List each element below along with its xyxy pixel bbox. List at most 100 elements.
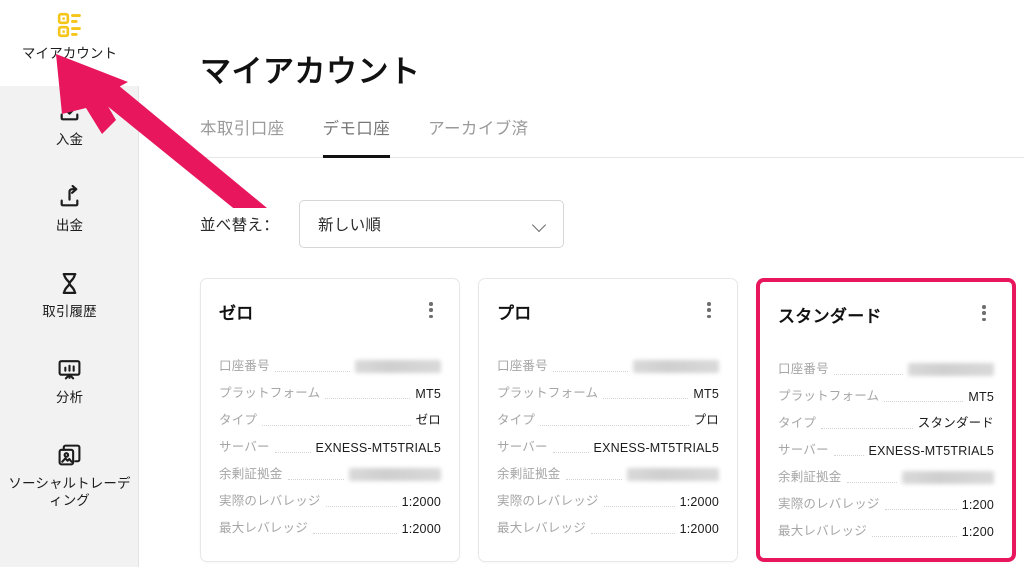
leader-dots: [552, 452, 589, 453]
detail-label-actual-leverage: 実際のレバレッジ: [778, 497, 880, 511]
sidebar-item-deposit[interactable]: 入金: [0, 86, 139, 172]
detail-row-account-number: 口座番号: [219, 350, 441, 377]
detail-label-platform: プラットフォーム: [219, 386, 321, 400]
chevron-down-icon: [533, 220, 547, 229]
app-root: マイアカウント 入金 出金取引履歴分析ソーシャルトレーディング マイアカウント 本取…: [0, 0, 1024, 567]
sidebar: マイアカウント 入金 出金取引履歴分析ソーシャルトレーディング: [0, 0, 139, 567]
detail-value-server: EXNESS-MT5TRIAL5: [315, 441, 441, 455]
detail-value-type: ゼロ: [415, 413, 441, 427]
leader-dots: [833, 374, 903, 375]
detail-label-actual-leverage: 実際のレバレッジ: [497, 494, 599, 508]
leader-dots: [274, 371, 350, 372]
detail-value-account-number-masked: [633, 360, 719, 373]
sort-label: 並べ替え：: [200, 217, 280, 234]
leader-dots: [540, 425, 689, 426]
detail-label-free-margin: 余剰証拠金: [497, 467, 561, 481]
detail-value-platform: MT5: [693, 387, 719, 401]
detail-row-free-margin: 余剰証拠金: [778, 461, 994, 488]
detail-value-account-number-masked: [908, 363, 994, 376]
account-card[interactable]: スタンダード 口座番号 プラットフォーム MT5 タイプ スタンダード サーバー EXNESS…: [756, 278, 1016, 562]
sidebar-item-withdraw[interactable]: 出金: [0, 172, 139, 258]
detail-value-free-margin-masked: [627, 468, 719, 481]
sidebar-item-label: 分析: [55, 390, 84, 405]
kebab-menu-icon[interactable]: [699, 300, 719, 320]
leader-dots: [274, 452, 311, 453]
detail-row-type: タイプ スタンダード: [778, 407, 994, 434]
detail-label-type: タイプ: [778, 416, 817, 430]
account-card[interactable]: ゼロ 口座番号 プラットフォーム MT5 タイプ ゼロ サーバー EXNESS-MT5TRIA…: [200, 278, 460, 562]
detail-row-max-leverage: 最大レバレッジ 1:2000: [497, 512, 719, 539]
hourglass-history-icon: [57, 268, 82, 298]
detail-label-actual-leverage: 実際のレバレッジ: [219, 494, 321, 508]
sidebar-item-trade-history[interactable]: 取引履歴: [0, 258, 139, 344]
sidebar-item-analytics[interactable]: 分析: [0, 344, 139, 430]
detail-label-platform: プラットフォーム: [497, 386, 599, 400]
detail-value-max-leverage: 1:200: [961, 525, 994, 539]
detail-value-actual-leverage: 1:200: [961, 498, 994, 512]
detail-label-account-number: 口座番号: [497, 359, 548, 373]
detail-label-free-margin: 余剰証拠金: [219, 467, 283, 481]
detail-row-max-leverage: 最大レバレッジ 1:200: [778, 515, 994, 542]
kebab-menu-icon[interactable]: [421, 300, 441, 320]
detail-row-account-number: 口座番号: [497, 350, 719, 377]
sort-select-value: 新しい順: [318, 217, 382, 234]
detail-row-actual-leverage: 実際のレバレッジ 1:2000: [219, 485, 441, 512]
detail-label-free-margin: 余剰証拠金: [778, 470, 842, 484]
main-content: マイアカウント 本取引口座 デモ口座 アーカイブ済 並べ替え： 新しい順 ゼロ 口座番…: [140, 0, 1024, 567]
sort-select[interactable]: 新しい順: [299, 200, 565, 248]
detail-value-free-margin-masked: [349, 468, 441, 481]
leader-dots: [312, 533, 397, 534]
detail-row-type: タイプ ゼロ: [219, 404, 441, 431]
detail-row-platform: プラットフォーム MT5: [497, 377, 719, 404]
account-detail-rows: 口座番号 プラットフォーム MT5 タイプ ゼロ サーバー EXNESS-MT5TRIAL5…: [219, 350, 441, 539]
detail-row-server: サーバー EXNESS-MT5TRIAL5: [497, 431, 719, 458]
detail-value-server: EXNESS-MT5TRIAL5: [868, 444, 994, 458]
detail-row-server: サーバー EXNESS-MT5TRIAL5: [778, 434, 994, 461]
leader-dots: [884, 509, 957, 510]
leader-dots: [325, 506, 397, 507]
detail-value-type: スタンダード: [917, 416, 994, 430]
detail-label-platform: プラットフォーム: [778, 389, 880, 403]
account-card-title: ゼロ: [219, 304, 254, 323]
detail-label-max-leverage: 最大レバレッジ: [219, 521, 308, 535]
detail-value-actual-leverage: 1:2000: [401, 495, 441, 509]
detail-value-actual-leverage: 1:2000: [679, 495, 719, 509]
detail-value-max-leverage: 1:2000: [679, 522, 719, 536]
detail-row-free-margin: 余剰証拠金: [497, 458, 719, 485]
account-card-title: プロ: [497, 304, 532, 323]
sidebar-item-social-trading[interactable]: ソーシャルトレーディング: [0, 430, 139, 522]
detail-label-max-leverage: 最大レバレッジ: [778, 524, 867, 538]
leader-dots: [871, 536, 957, 537]
tab-archived[interactable]: アーカイブ済: [428, 115, 528, 157]
leader-dots: [565, 479, 622, 480]
account-card-header: プロ: [497, 299, 719, 324]
detail-value-server: EXNESS-MT5TRIAL5: [593, 441, 719, 455]
account-detail-rows: 口座番号 プラットフォーム MT5 タイプ プロ サーバー EXNESS-MT5TRIAL5…: [497, 350, 719, 539]
detail-row-account-number: 口座番号: [778, 353, 994, 380]
sort-row: 並べ替え： 新しい順: [200, 200, 565, 248]
detail-label-type: タイプ: [497, 413, 536, 427]
leader-dots: [833, 455, 864, 456]
leader-dots: [603, 506, 675, 507]
sidebar-item-my-account[interactable]: マイアカウント: [0, 0, 139, 86]
account-card-header: スタンダード: [778, 302, 994, 327]
leader-dots: [884, 401, 964, 402]
detail-label-type: タイプ: [219, 413, 258, 427]
leader-dots: [846, 482, 897, 483]
grid-accounts-icon: [57, 10, 83, 40]
upload-withdraw-icon: [57, 182, 82, 212]
detail-value-platform: MT5: [968, 390, 994, 404]
tab-demo-accounts[interactable]: デモ口座: [322, 115, 391, 158]
tab-real-accounts[interactable]: 本取引口座: [200, 115, 285, 157]
account-tabs: 本取引口座 デモ口座 アーカイブ済: [200, 115, 1024, 158]
download-deposit-icon: [57, 96, 82, 126]
detail-value-platform: MT5: [415, 387, 441, 401]
sidebar-item-label: 取引履歴: [42, 304, 97, 319]
leader-dots: [262, 425, 411, 426]
account-card[interactable]: プロ 口座番号 プラットフォーム MT5 タイプ プロ サーバー EXNESS-MT5TRIA…: [478, 278, 738, 562]
kebab-menu-icon[interactable]: [974, 303, 994, 323]
detail-row-platform: プラットフォーム MT5: [778, 380, 994, 407]
account-card-header: ゼロ: [219, 299, 441, 324]
detail-row-actual-leverage: 実際のレバレッジ 1:200: [778, 488, 994, 515]
leader-dots: [590, 533, 675, 534]
